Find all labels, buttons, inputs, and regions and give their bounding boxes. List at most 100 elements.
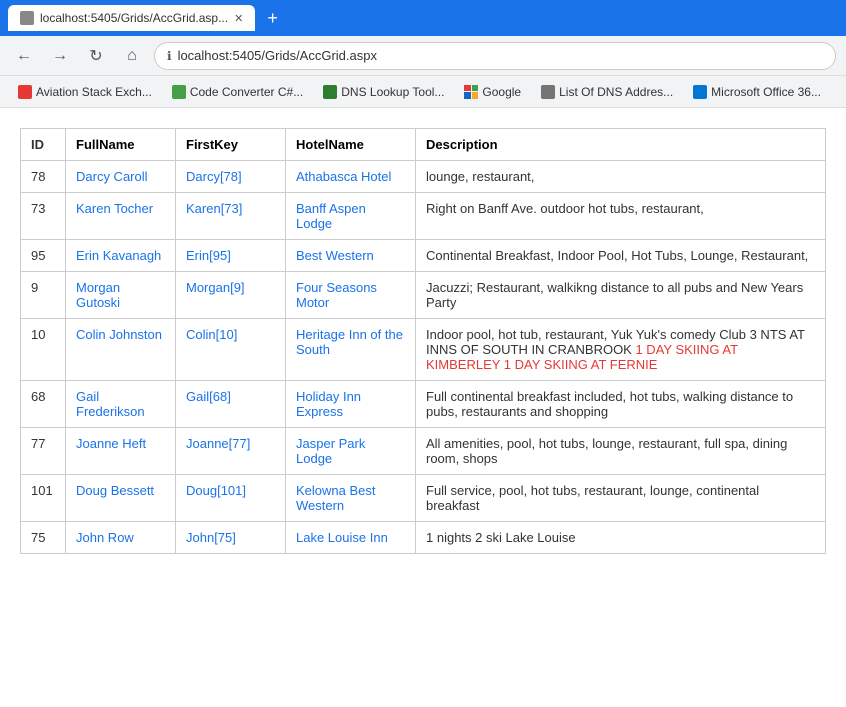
firstkey-link[interactable]: Darcy[78]: [186, 169, 242, 184]
bookmarks-bar: Aviation Stack Exch... Code Converter C#…: [0, 76, 846, 108]
data-table: ID FullName FirstKey HotelName Descripti…: [20, 128, 826, 554]
bookmark-favicon-icon: [323, 85, 337, 99]
cell-description: Indoor pool, hot tub, restaurant, Yuk Yu…: [416, 319, 826, 381]
cell-hotelname: Banff Aspen Lodge: [286, 193, 416, 240]
bookmark-microsoft[interactable]: Microsoft Office 36...: [685, 82, 829, 102]
description-text: Indoor pool, hot tub, restaurant, Yuk Yu…: [426, 327, 805, 357]
firstkey-link[interactable]: Erin[95]: [186, 248, 231, 263]
cell-id: 9: [21, 272, 66, 319]
table-row: 10 Colin Johnston Colin[10] Heritage Inn of…: [21, 319, 826, 381]
fullname-link[interactable]: Darcy Caroll: [76, 169, 148, 184]
cell-fullname: Darcy Caroll: [66, 161, 176, 193]
table-row: 75John RowJohn[75]Lake Louise Inn1 night…: [21, 522, 826, 554]
header-firstkey: FirstKey: [176, 129, 286, 161]
bookmark-favicon-icon: [172, 85, 186, 99]
cell-description: All amenities, pool, hot tubs, lounge, r…: [416, 428, 826, 475]
hotelname-link[interactable]: Four Seasons Motor: [296, 280, 377, 310]
table-row: 95 Erin Kavanagh Erin[95] Best Western Conti…: [21, 240, 826, 272]
table-row: 73Karen TocherKaren[73]Banff Aspen Lodge…: [21, 193, 826, 240]
bookmark-favicon-icon: [541, 85, 555, 99]
fullname-link[interactable]: Joanne Heft: [76, 436, 146, 451]
navigation-bar: ← → ↻ ⌂ ℹ localhost:5405/Grids/AccGrid.a…: [0, 36, 846, 76]
cell-fullname: Karen Tocher: [66, 193, 176, 240]
table-row: 78 Darcy Caroll Darcy[78] Athabasca Hotel lo…: [21, 161, 826, 193]
firstkey-link[interactable]: Joanne[77]: [186, 436, 250, 451]
cell-id: 10: [21, 319, 66, 381]
hotelname-link[interactable]: Banff Aspen Lodge: [296, 201, 366, 231]
fullname-link[interactable]: John Row: [76, 530, 134, 545]
cell-firstkey: Morgan[9]: [176, 272, 286, 319]
home-button[interactable]: ⌂: [118, 42, 146, 70]
cell-hotelname: Jasper Park Lodge: [286, 428, 416, 475]
cell-fullname: Colin Johnston: [66, 319, 176, 381]
table-header-row: ID FullName FirstKey HotelName Descripti…: [21, 129, 826, 161]
bookmark-label: Code Converter C#...: [190, 85, 303, 99]
fullname-link[interactable]: Erin Kavanagh: [76, 248, 161, 263]
bookmark-favicon-icon: [18, 85, 32, 99]
bookmark-dns-lookup[interactable]: DNS Lookup Tool...: [315, 82, 452, 102]
bookmark-dns-addresses[interactable]: List Of DNS Addres...: [533, 82, 681, 102]
hotelname-link[interactable]: Kelowna Best Western: [296, 483, 376, 513]
cell-firstkey: Joanne[77]: [176, 428, 286, 475]
bookmark-aviation[interactable]: Aviation Stack Exch...: [10, 82, 160, 102]
tab-close-button[interactable]: ✕: [234, 12, 243, 25]
bookmark-label: Google: [482, 85, 521, 99]
firstkey-link[interactable]: Colin[10]: [186, 327, 237, 342]
cell-fullname: Gail Frederikson: [66, 381, 176, 428]
cell-hotelname: Best Western: [286, 240, 416, 272]
cell-firstkey: Erin[95]: [176, 240, 286, 272]
cell-fullname: Joanne Heft: [66, 428, 176, 475]
main-content: ID FullName FirstKey HotelName Descripti…: [0, 108, 846, 574]
cell-firstkey: Colin[10]: [176, 319, 286, 381]
hotelname-link[interactable]: Lake Louise Inn: [296, 530, 388, 545]
address-bar[interactable]: ℹ localhost:5405/Grids/AccGrid.aspx: [154, 42, 836, 70]
table-row: 9 Morgan Gutoski Morgan[9] Four Seasons Mot…: [21, 272, 826, 319]
fullname-link[interactable]: Karen Tocher: [76, 201, 153, 216]
firstkey-link[interactable]: Morgan[9]: [186, 280, 245, 295]
cell-id: 101: [21, 475, 66, 522]
cell-hotelname: Heritage Inn of the South: [286, 319, 416, 381]
cell-hotelname: Athabasca Hotel: [286, 161, 416, 193]
fullname-link[interactable]: Doug Bessett: [76, 483, 154, 498]
bookmark-google[interactable]: Google: [456, 82, 529, 102]
fullname-link[interactable]: Colin Johnston: [76, 327, 162, 342]
cell-fullname: Morgan Gutoski: [66, 272, 176, 319]
bookmark-label: DNS Lookup Tool...: [341, 85, 444, 99]
cell-id: 78: [21, 161, 66, 193]
security-icon: ℹ: [167, 49, 172, 63]
reload-button[interactable]: ↻: [82, 42, 110, 70]
tab-favicon-icon: [20, 11, 34, 25]
bookmark-code-converter[interactable]: Code Converter C#...: [164, 82, 311, 102]
hotelname-link[interactable]: Best Western: [296, 248, 374, 263]
hotelname-link[interactable]: Athabasca Hotel: [296, 169, 391, 184]
hotelname-link[interactable]: Heritage Inn of the South: [296, 327, 403, 357]
firstkey-link[interactable]: John[75]: [186, 530, 236, 545]
cell-hotelname: Four Seasons Motor: [286, 272, 416, 319]
forward-button[interactable]: →: [46, 42, 74, 70]
hotelname-link[interactable]: Jasper Park Lodge: [296, 436, 365, 466]
bookmark-label: List Of DNS Addres...: [559, 85, 673, 99]
cell-description: Jacuzzi; Restaurant, walkikng distance t…: [416, 272, 826, 319]
cell-hotelname: Lake Louise Inn: [286, 522, 416, 554]
cell-description: lounge, restaurant,: [416, 161, 826, 193]
hotelname-link[interactable]: Holiday Inn Express: [296, 389, 361, 419]
cell-firstkey: Gail[68]: [176, 381, 286, 428]
browser-tab[interactable]: localhost:5405/Grids/AccGrid.asp... ✕: [8, 5, 255, 31]
firstkey-link[interactable]: Gail[68]: [186, 389, 231, 404]
browser-chrome: localhost:5405/Grids/AccGrid.asp... ✕ +: [0, 0, 846, 36]
tab-title: localhost:5405/Grids/AccGrid.asp...: [40, 11, 228, 25]
header-description: Description: [416, 129, 826, 161]
back-button[interactable]: ←: [10, 42, 38, 70]
cell-description: Right on Banff Ave. outdoor hot tubs, re…: [416, 193, 826, 240]
new-tab-button[interactable]: +: [263, 8, 282, 29]
cell-fullname: Doug Bessett: [66, 475, 176, 522]
fullname-link[interactable]: Morgan Gutoski: [76, 280, 120, 310]
fullname-link[interactable]: Gail Frederikson: [76, 389, 145, 419]
cell-firstkey: John[75]: [176, 522, 286, 554]
cell-id: 95: [21, 240, 66, 272]
firstkey-link[interactable]: Karen[73]: [186, 201, 242, 216]
table-row: 77Joanne HeftJoanne[77]Jasper Park Lodge…: [21, 428, 826, 475]
cell-description: 1 nights 2 ski Lake Louise: [416, 522, 826, 554]
cell-description: Continental Breakfast, Indoor Pool, Hot …: [416, 240, 826, 272]
firstkey-link[interactable]: Doug[101]: [186, 483, 246, 498]
